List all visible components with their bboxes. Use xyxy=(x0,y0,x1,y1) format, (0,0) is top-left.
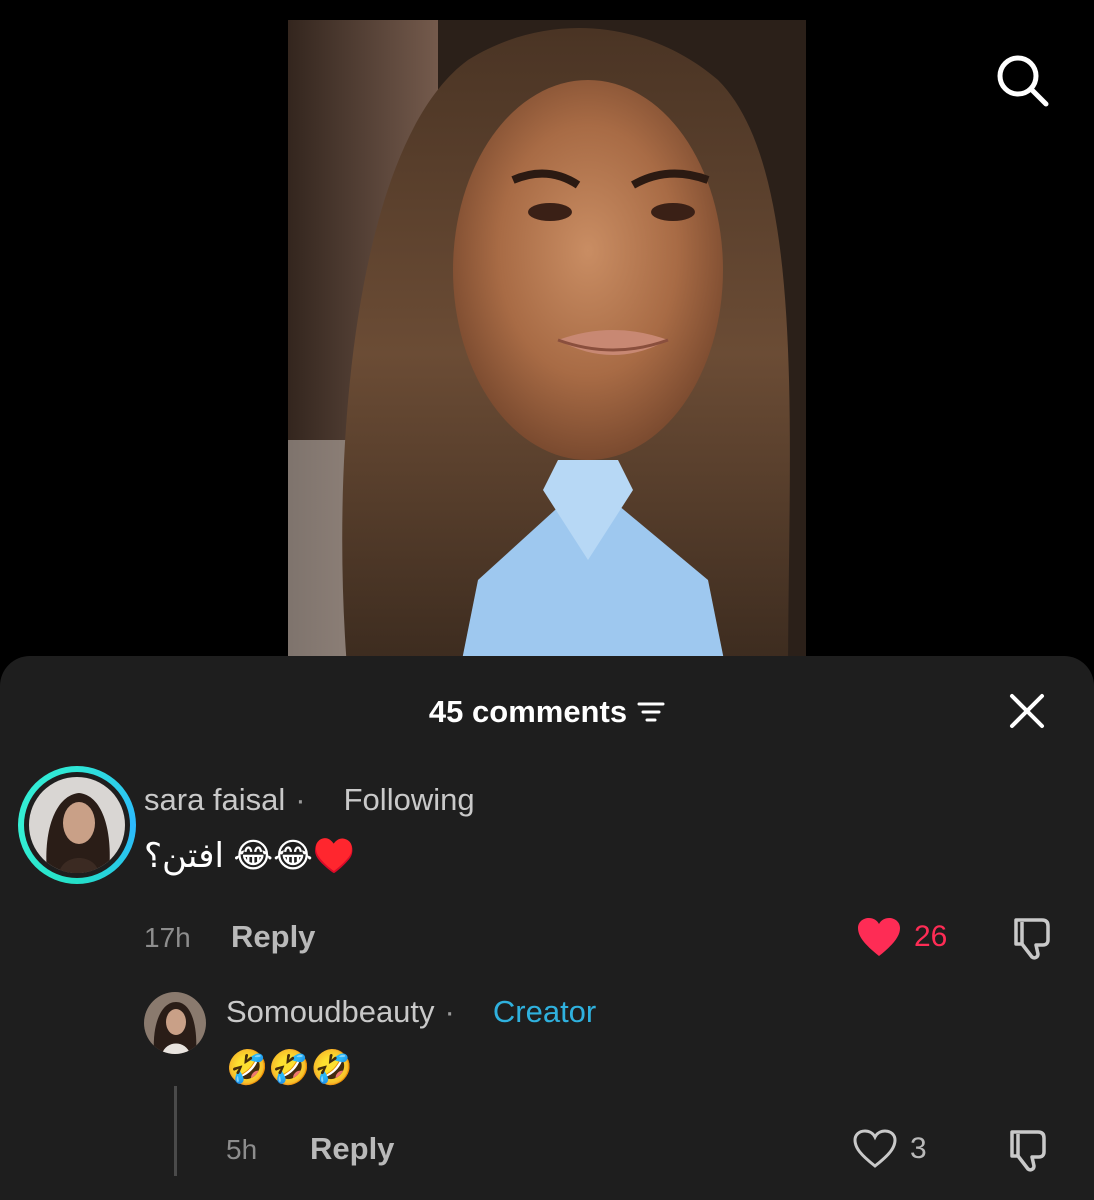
video-area xyxy=(0,0,1094,700)
dislike-icon[interactable] xyxy=(1004,1126,1052,1174)
like-button[interactable]: 26 xyxy=(856,916,947,958)
comments-title[interactable]: 45 comments xyxy=(0,694,1094,730)
comment-time: 17h xyxy=(144,922,191,953)
comment-text: افتن؟ 😂😂♥️ xyxy=(144,837,356,875)
following-label: Following xyxy=(343,782,475,817)
video-thumbnail xyxy=(288,20,806,680)
reply-button[interactable]: Reply xyxy=(310,1131,394,1167)
separator-dot: · xyxy=(444,994,455,1029)
creator-avatar[interactable] xyxy=(144,992,206,1054)
heart-outline-icon xyxy=(853,1129,897,1168)
dislike-icon[interactable] xyxy=(1008,914,1056,962)
sort-icon[interactable] xyxy=(637,700,665,724)
reply-author-row: Somoudbeauty · Creator xyxy=(226,994,596,1030)
video-player[interactable] xyxy=(288,20,806,680)
creator-badge: Creator xyxy=(492,994,597,1029)
comment-username[interactable]: sara faisal xyxy=(144,782,285,818)
reply-button[interactable]: Reply xyxy=(231,919,315,955)
search-icon[interactable] xyxy=(992,50,1052,110)
separator-dot: · xyxy=(295,782,306,817)
comment-author-row: sara faisal · Following xyxy=(144,782,475,818)
like-count: 26 xyxy=(914,920,948,953)
reply-username[interactable]: Somoudbeauty xyxy=(226,994,435,1030)
reply-text: 🤣🤣🤣 xyxy=(226,1049,354,1087)
avatar[interactable] xyxy=(18,766,136,884)
like-button[interactable]: 3 xyxy=(852,1128,927,1170)
heart-filled-icon xyxy=(858,918,900,956)
like-count: 3 xyxy=(910,1132,927,1165)
comments-header: 45 comments xyxy=(0,656,1094,764)
close-icon[interactable] xyxy=(1006,690,1048,732)
reply-time: 5h xyxy=(226,1134,258,1165)
comments-count-label: 45 comments xyxy=(428,694,628,729)
avatar-image xyxy=(29,777,125,873)
thread-line xyxy=(174,1086,177,1176)
